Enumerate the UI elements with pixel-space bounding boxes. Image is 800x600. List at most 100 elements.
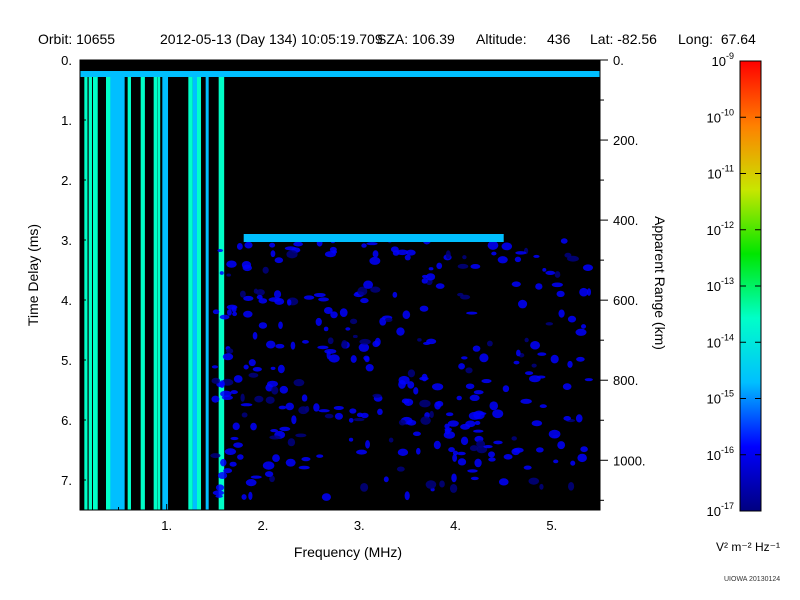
- heatmap-blob: [244, 241, 253, 249]
- heatmap-blob: [469, 445, 479, 452]
- heatmap-blob: [579, 287, 589, 297]
- heatmap-blob: [248, 359, 256, 367]
- heatmap-blob: [557, 441, 566, 450]
- heatmap-blob: [412, 431, 421, 437]
- heatmap-blob: [473, 410, 485, 420]
- heatmap-blob: [212, 490, 225, 496]
- heatmap-blob: [398, 419, 406, 426]
- heatmap-blob: [327, 337, 334, 345]
- heatmap-blob: [558, 309, 565, 318]
- heatmap-blob: [419, 399, 431, 408]
- heatmap-blob: [545, 322, 554, 326]
- heatmap-blob: [262, 461, 275, 470]
- heatmap-blob: [428, 267, 434, 271]
- heatmap-blob: [223, 468, 233, 474]
- heatmap-blob: [248, 372, 259, 378]
- heatmap-blob: [258, 322, 268, 329]
- colorbar-tick-label: 10-10: [707, 107, 734, 125]
- heatmap-blob: [392, 250, 400, 256]
- heatmap-blob: [439, 480, 445, 488]
- heatmap-blob: [474, 420, 481, 426]
- heatmap-blob: [513, 360, 520, 365]
- heatmap-top-echo: [80, 71, 600, 77]
- heatmap-blob: [563, 416, 571, 421]
- heatmap-blob: [470, 264, 481, 269]
- heatmap-blob: [586, 288, 592, 296]
- heatmap-blob: [535, 283, 543, 290]
- heatmap-blob: [270, 250, 276, 258]
- heatmap-blob: [211, 365, 219, 369]
- heatmap-blob: [514, 256, 522, 263]
- heatmap-blob: [301, 457, 311, 462]
- heatmap-blob: [369, 256, 381, 265]
- heatmap-blob: [465, 383, 475, 390]
- heatmap-blob: [272, 454, 280, 462]
- heatmap-streak: [84, 75, 88, 510]
- x-tick-label: 1.: [161, 518, 172, 533]
- heatmap-blob: [457, 458, 467, 466]
- heatmap-blob: [467, 469, 478, 473]
- heatmap-blob: [417, 338, 422, 342]
- heatmap-blob: [232, 422, 240, 431]
- heatmap-blob: [551, 282, 563, 288]
- heatmap-blob: [243, 310, 253, 318]
- heatmap-blob: [523, 465, 532, 470]
- heatmap-blob: [564, 252, 572, 258]
- heatmap-blob: [580, 446, 588, 453]
- heatmap-blob: [295, 433, 307, 438]
- heatmap-blob: [279, 385, 289, 394]
- heatmap-blob: [449, 483, 458, 493]
- heatmap-streak: [127, 75, 131, 510]
- heatmap-blob: [278, 405, 287, 410]
- heatmap-blob: [567, 315, 577, 323]
- heatmap-blob: [269, 435, 281, 440]
- heatmap-blob: [233, 375, 243, 383]
- heatmap-blob: [360, 412, 369, 419]
- colorbar-tick-label: 10-9: [712, 51, 734, 69]
- heatmap-blob: [487, 240, 499, 250]
- heatmap-blob: [575, 328, 587, 336]
- heatmap-blob: [361, 243, 367, 248]
- heatmap-blob: [406, 419, 417, 426]
- heatmap-blob: [360, 298, 369, 304]
- heatmap-blob: [323, 307, 333, 315]
- heatmap-blob: [536, 375, 546, 379]
- heatmap-blob: [497, 256, 508, 264]
- heatmap-blob: [266, 380, 279, 388]
- heatmap-blob: [241, 412, 248, 418]
- ionogram-chart: 1. 2. 3. 4. 5. 0. 1. 2. 3. 4. 5. 6. 7. 0. 200. 400. 600.…: [25, 51, 780, 583]
- heatmap-blob: [250, 422, 257, 431]
- x-tick-label: 3.: [354, 518, 365, 533]
- heatmap-blob: [486, 340, 493, 347]
- heatmap-blob: [303, 295, 315, 300]
- heatmap-blob: [404, 491, 410, 501]
- heatmap-blob: [274, 257, 284, 264]
- heatmap-blob: [429, 410, 434, 419]
- heatmap-blob: [210, 453, 221, 459]
- heatmap-blob: [416, 447, 421, 455]
- heatmap-blob: [577, 453, 587, 463]
- heatmap-blob: [317, 345, 329, 350]
- heatmap-blob: [226, 348, 234, 354]
- heatmap-blob: [479, 353, 489, 363]
- colorbar-tick-label: 10-14: [707, 332, 734, 350]
- heatmap-blob: [517, 299, 528, 309]
- heatmap-blob: [221, 395, 233, 401]
- heatmap-blob: [481, 378, 492, 384]
- range-tick-label: 0.: [613, 53, 624, 68]
- heatmap-blob: [520, 398, 532, 404]
- heatmap-blob: [290, 341, 296, 350]
- heatmap-blob: [253, 288, 259, 294]
- heatmap-blob: [530, 340, 541, 350]
- heatmap-blob: [323, 326, 329, 332]
- heatmap-blob: [444, 423, 450, 429]
- heatmap-blob: [212, 309, 220, 315]
- heatmap-blob: [515, 251, 527, 255]
- heatmap-blob: [321, 493, 331, 501]
- heatmap-blob: [293, 241, 303, 247]
- heatmap-blob: [531, 363, 537, 368]
- y-tick-label: 0.: [61, 53, 72, 68]
- heatmap-blob: [536, 447, 544, 453]
- heatmap-streak: [88, 75, 92, 510]
- y-axis-title: Time Delay (ms): [25, 224, 41, 326]
